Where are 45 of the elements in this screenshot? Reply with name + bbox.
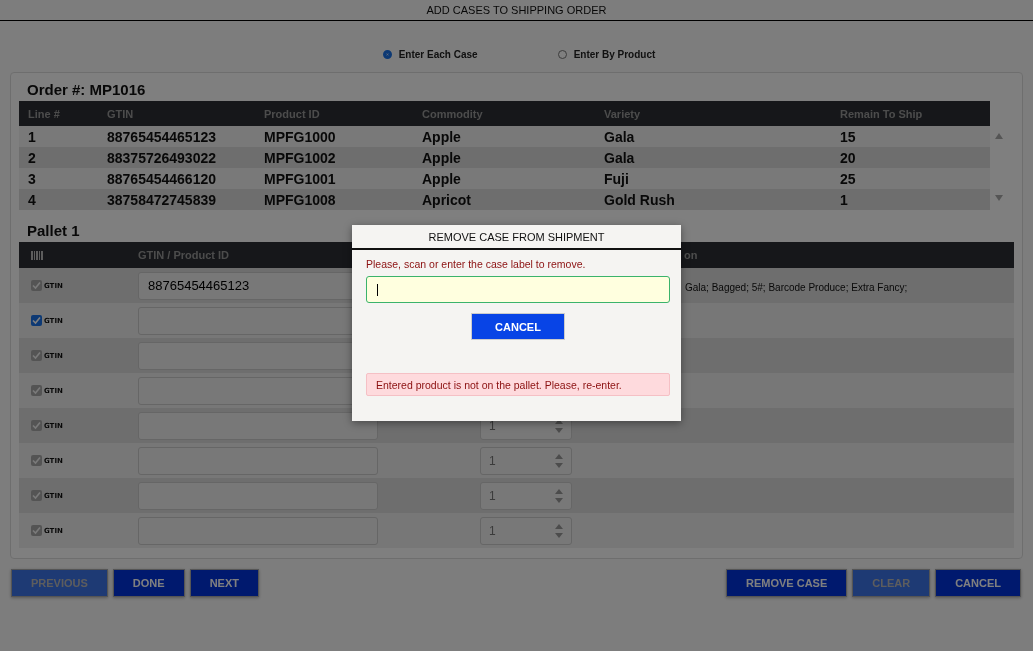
table-cell: 4: [19, 189, 98, 210]
table-cell: MPFG1008: [255, 189, 413, 210]
table-cell: 88765454466120: [98, 168, 255, 189]
mode-radio[interactable]: Enter Each Case: [382, 43, 478, 65]
table-cell: 15: [831, 126, 990, 147]
spinner-arrows-icon[interactable]: [555, 418, 563, 433]
action-button[interactable]: REMOVE CASE: [725, 569, 848, 597]
barcode-icon: [31, 250, 43, 260]
table-cell: Gold Rush: [595, 189, 831, 210]
table-cell: MPFG1000: [255, 126, 413, 147]
table-cell: Apple: [413, 168, 595, 189]
action-button[interactable]: CANCEL: [935, 569, 1021, 597]
order-heading: Order #: MP1016: [26, 81, 146, 100]
table-cell: MPFG1002: [255, 147, 413, 168]
table-cell: 88375726493022: [98, 147, 255, 168]
error-message: Entered product is not on the pallet. Please, re-enter.: [366, 373, 670, 396]
table-cell: Apple: [413, 126, 595, 147]
table-cell: Apricot: [413, 189, 595, 210]
table-cell: Fuji: [595, 168, 831, 189]
cancel-button[interactable]: CANCEL: [471, 313, 565, 340]
case-label-field[interactable]: [366, 276, 670, 303]
table-cell: Apple: [413, 147, 595, 168]
table-cell: 38758472745839: [98, 189, 255, 210]
nav-button[interactable]: NEXT: [189, 569, 259, 597]
checkbox[interactable]: [31, 315, 42, 326]
table-cell: MPFG1001: [255, 168, 413, 189]
gtin-field[interactable]: [138, 411, 378, 440]
mode-radio[interactable]: Enter By Product: [557, 43, 656, 65]
table-cell: 1: [19, 126, 98, 147]
table-cell: 2: [19, 147, 98, 168]
description-text: Gala; Bagged; 5#; Barcode Produce; Extra Fancy;: [685, 281, 908, 293]
page-title: ADD CASES TO SHIPPING ORDER: [0, 0, 1033, 21]
table-cell: 25: [831, 168, 990, 189]
scroll-up-icon[interactable]: [995, 133, 1003, 139]
nav-button[interactable]: DONE: [112, 569, 185, 597]
dialog-title: REMOVE CASE FROM SHIPMENT: [352, 225, 681, 250]
table-cell: 1: [831, 189, 990, 210]
table-cell: 3: [19, 168, 98, 189]
pallet-heading: Pallet 1: [26, 222, 80, 241]
table-cell: 20: [831, 147, 990, 168]
table-cell: 88765454465123: [98, 126, 255, 147]
scroll-down-icon[interactable]: [995, 195, 1003, 201]
prompt-text: Please, scan or enter the case label to remove.: [366, 258, 587, 272]
table-cell: Gala: [595, 126, 831, 147]
table-cell: Gala: [595, 147, 831, 168]
